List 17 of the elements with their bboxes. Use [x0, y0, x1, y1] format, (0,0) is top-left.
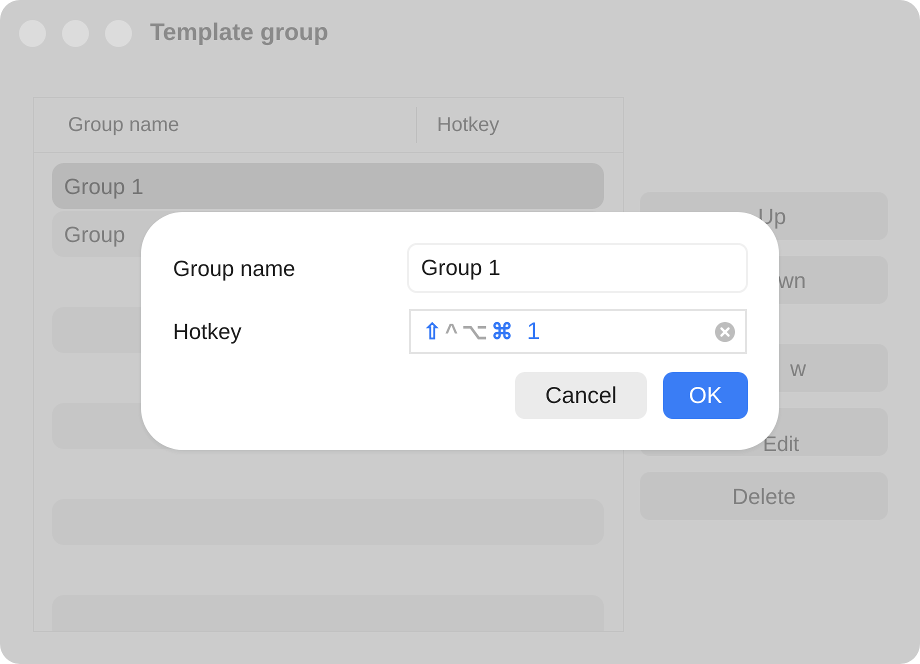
hotkey-key: 1	[526, 314, 540, 350]
table-row[interactable]: Group 1	[52, 163, 604, 209]
modifier-key-symbol: ⌥	[462, 318, 487, 346]
field-label: Group name	[173, 254, 296, 283]
field-label: Hotkey	[173, 318, 242, 346]
modifier-key-symbol: ⌘	[490, 318, 513, 346]
modifier-key-symbol: ⇧	[423, 318, 441, 346]
hotkey-field[interactable]: ⇧ ^ ⌥ ⌘ 1	[409, 309, 747, 354]
input-field[interactable]: Group 1	[407, 243, 748, 293]
clear-icon[interactable]	[715, 322, 735, 342]
ok-button[interactable]: OK	[663, 372, 748, 419]
cancel-button[interactable]: Cancel	[515, 372, 647, 419]
window-title: Template group	[150, 18, 328, 48]
column-header[interactable]: Hotkey	[417, 110, 500, 140]
modifier-key-symbol: ^	[445, 318, 458, 346]
side-button[interactable]: Delete	[640, 472, 888, 520]
column-header[interactable]: Group name	[34, 110, 416, 140]
